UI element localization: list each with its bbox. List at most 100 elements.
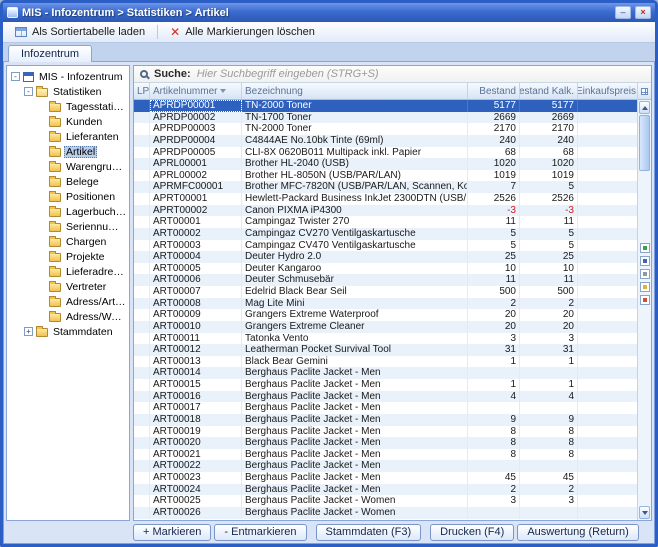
- excel-export-icon[interactable]: [640, 243, 650, 253]
- load-sort-table-button[interactable]: Als Sortiertabelle laden: [9, 24, 151, 40]
- table-row[interactable]: ART00018Berghaus Paclite Jacket - Men99: [134, 414, 637, 426]
- table-row[interactable]: ART00008Mag Lite Mini22: [134, 298, 637, 310]
- tree-item-positionen[interactable]: Positionen: [7, 189, 129, 204]
- column-header-einkaufspreis[interactable]: Einkaufspreis: [578, 83, 640, 99]
- table-row[interactable]: APRDP00004C4844AE No.10bk Tinte (69ml)24…: [134, 135, 637, 147]
- cell-bezeichnung: Berghaus Paclite Jacket - Men: [242, 472, 468, 484]
- table-row[interactable]: ART00023Berghaus Paclite Jacket - Men454…: [134, 472, 637, 484]
- column-header-bestand-kalk[interactable]: Bestand Kalk.: [520, 83, 578, 99]
- tree-item-projekte[interactable]: Projekte: [7, 249, 129, 264]
- cell-lp: [134, 170, 150, 182]
- expand-icon[interactable]: +: [24, 327, 33, 336]
- cell-artikelnummer: APRT00002: [150, 205, 242, 217]
- cell-artikelnummer: ART00003: [150, 240, 242, 252]
- table-row[interactable]: ART00005Deuter Kangaroo1010: [134, 263, 637, 275]
- collapse-icon[interactable]: -: [11, 72, 20, 81]
- table-row[interactable]: APRT00002Canon PIXMA iP4300-3-3: [134, 205, 637, 217]
- column-header-bestand[interactable]: Bestand: [468, 83, 520, 99]
- clear-marks-button[interactable]: ✕ Alle Markierungen löschen: [164, 24, 321, 40]
- table-row[interactable]: ART00009Grangers Extreme Waterproof2020: [134, 309, 637, 321]
- tree-item-vertreter[interactable]: Vertreter: [7, 279, 129, 294]
- scroll-up-button[interactable]: [639, 101, 650, 114]
- tree-item-lagerbuchungen[interactable]: Lagerbuchungen: [7, 204, 129, 219]
- table-row[interactable]: APRDP00003TN-2000 Toner21702170: [134, 123, 637, 135]
- load-sort-table-label: Als Sortiertabelle laden: [32, 26, 145, 38]
- stammdaten-button[interactable]: Stammdaten (F3): [316, 524, 422, 541]
- table-row[interactable]: APRT00001Hewlett-Packard Business InkJet…: [134, 193, 637, 205]
- tree-item-seriennummern[interactable]: Seriennummern: [7, 219, 129, 234]
- tree-item-statistiken[interactable]: -Statistiken: [7, 84, 129, 99]
- column-header-bezeichnung[interactable]: Bezeichnung: [242, 83, 468, 99]
- tree-item-lieferadressen[interactable]: Lieferadressen: [7, 264, 129, 279]
- cell-artikelnummer: ART00016: [150, 391, 242, 403]
- table-row[interactable]: ART00024Berghaus Paclite Jacket - Men22: [134, 484, 637, 496]
- table-row[interactable]: ART00003Campingaz CV470 Ventilgaskartusc…: [134, 240, 637, 252]
- scroll-down-button[interactable]: [639, 506, 650, 519]
- tree-item-warengruppen[interactable]: Warengruppen: [7, 159, 129, 174]
- tree-item-adress-artikel[interactable]: Adress/Artikel: [7, 294, 129, 309]
- auswertung-button[interactable]: Auswertung (Return): [517, 524, 639, 541]
- tree-item-mis-infozentrum[interactable]: -MIS - Infozentrum: [7, 69, 129, 84]
- table-row[interactable]: ART00010Grangers Extreme Cleaner2020: [134, 321, 637, 333]
- cell-artikelnummer: ART00009: [150, 309, 242, 321]
- cell-artikelnummer: ART00021: [150, 449, 242, 461]
- tree-item-artikel[interactable]: Artikel: [7, 144, 129, 159]
- tree-item-tagesstatistik[interactable]: Tagesstatistik: [7, 99, 129, 114]
- table-row[interactable]: APRMFC00001Brother MFC-7820N (USB/PAR/LA…: [134, 181, 637, 193]
- close-button[interactable]: ×: [635, 6, 651, 19]
- table-row[interactable]: ART00011Tatonka Vento33: [134, 333, 637, 345]
- table-row[interactable]: ART00002Campingaz CV270 Ventilgaskartusc…: [134, 228, 637, 240]
- table-row[interactable]: ART00013Black Bear Gemini11: [134, 356, 637, 368]
- table-row[interactable]: ART00016Berghaus Paclite Jacket - Men44: [134, 391, 637, 403]
- cell-bestand-kalk: 1019: [520, 170, 578, 182]
- table-row[interactable]: ART00021Berghaus Paclite Jacket - Men88: [134, 449, 637, 461]
- table-row[interactable]: ART00019Berghaus Paclite Jacket - Men88: [134, 426, 637, 438]
- table-row[interactable]: APRDP00005CLI-8X 0620B011 Multipack inkl…: [134, 147, 637, 159]
- tree-item-adress-warengruppen[interactable]: Adress/Warengruppen: [7, 309, 129, 324]
- mark-button[interactable]: + Markieren: [133, 524, 211, 541]
- cell-artikelnummer: APRDP00002: [150, 112, 242, 124]
- table-row[interactable]: APRDP00002TN-1700 Toner26692669: [134, 112, 637, 124]
- cell-bezeichnung: Berghaus Paclite Jacket - Men: [242, 484, 468, 496]
- cell-artikelnummer: ART00008: [150, 298, 242, 310]
- table-row[interactable]: ART00014Berghaus Paclite Jacket - Men: [134, 367, 637, 379]
- table-row[interactable]: ART00012Leatherman Pocket Survival Tool3…: [134, 344, 637, 356]
- table-row[interactable]: ART00004Deuter Hydro 2.02525: [134, 251, 637, 263]
- unmark-button[interactable]: - Entmarkieren: [214, 524, 306, 541]
- cell-lp: [134, 309, 150, 321]
- column-header-lp[interactable]: LP: [134, 83, 150, 99]
- table-row[interactable]: ART00017Berghaus Paclite Jacket - Men: [134, 402, 637, 414]
- scrollbar-thumb[interactable]: [639, 115, 650, 171]
- table-row[interactable]: APRL00002Brother HL-8050N (USB/PAR/LAN)1…: [134, 170, 637, 182]
- table-row[interactable]: ART00006Deuter Schmusebär1111: [134, 274, 637, 286]
- scrollbar-track-lower[interactable]: [638, 307, 651, 505]
- table-row[interactable]: ART00007Edelrid Black Bear Seil500500: [134, 286, 637, 298]
- table-row[interactable]: ART00020Berghaus Paclite Jacket - Men88: [134, 437, 637, 449]
- tree-item-stammdaten[interactable]: +Stammdaten: [7, 324, 129, 339]
- filter-icon[interactable]: [640, 282, 650, 292]
- column-header-artikelnummer[interactable]: Artikelnummer: [150, 83, 242, 99]
- table-row[interactable]: ART00025Berghaus Paclite Jacket - Women3…: [134, 495, 637, 507]
- drucken-button[interactable]: Drucken (F4): [430, 524, 514, 541]
- column-chooser-button[interactable]: [638, 83, 651, 100]
- tree-item-kunden[interactable]: Kunden: [7, 114, 129, 129]
- table-row[interactable]: ART00001Campingaz Twister 2701111: [134, 216, 637, 228]
- collapse-icon[interactable]: -: [24, 87, 33, 96]
- minimize-button[interactable]: –: [615, 6, 631, 19]
- table-row[interactable]: ART00015Berghaus Paclite Jacket - Men11: [134, 379, 637, 391]
- table-row[interactable]: APRDP00001TN-2000 Toner51775177: [134, 100, 637, 112]
- search-bar[interactable]: Suche: Hier Suchbegriff eingeben (STRG+S…: [134, 66, 651, 83]
- cell-einkaufspreis: [578, 263, 637, 275]
- print-icon[interactable]: [640, 269, 650, 279]
- chart-icon[interactable]: [640, 256, 650, 266]
- tab-infozentrum[interactable]: Infozentrum: [8, 45, 92, 62]
- table-row[interactable]: APRL00001Brother HL-2040 (USB)10201020: [134, 158, 637, 170]
- table-row[interactable]: ART00026Berghaus Paclite Jacket - Women: [134, 507, 637, 519]
- tree-item-lieferanten[interactable]: Lieferanten: [7, 129, 129, 144]
- scrollbar-track[interactable]: [638, 171, 651, 241]
- grid-settings-icon[interactable]: [640, 295, 650, 305]
- table-row[interactable]: ART00022Berghaus Paclite Jacket - Men: [134, 460, 637, 472]
- cell-bestand-kalk: 1: [520, 379, 578, 391]
- tree-item-chargen[interactable]: Chargen: [7, 234, 129, 249]
- tree-item-belege[interactable]: Belege: [7, 174, 129, 189]
